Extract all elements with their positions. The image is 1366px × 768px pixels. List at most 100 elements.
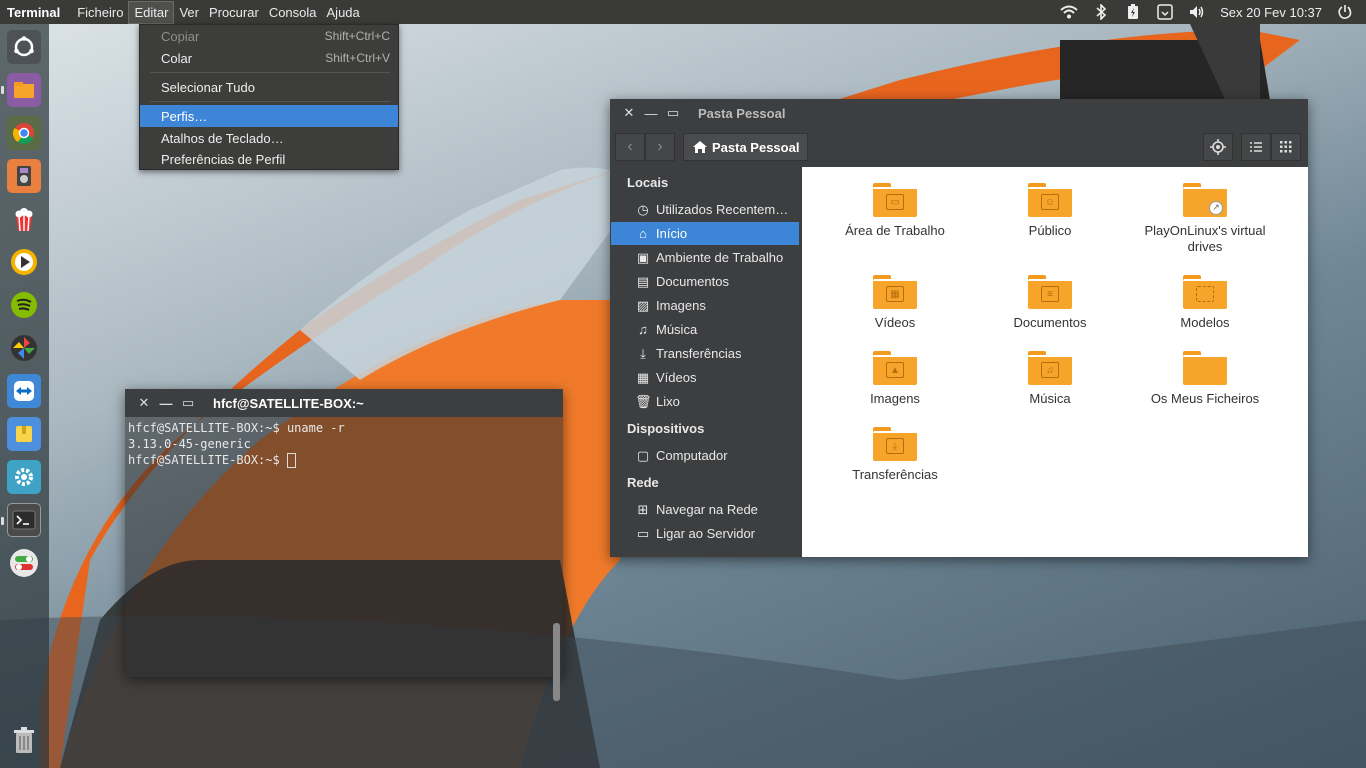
menu-procurar[interactable]: Procurar xyxy=(204,2,264,23)
menu-item-profiles[interactable]: Perfis… xyxy=(140,105,398,127)
folder-icon: ≡ xyxy=(1028,275,1072,309)
terminal-window: ✕ — ▭ hfcf@SATELLITE-BOX:~ hfcf@SATELLIT… xyxy=(125,389,563,701)
folder-icon: ☺ xyxy=(1028,183,1072,217)
document-icon: ▤ xyxy=(636,273,650,289)
folder-icon: ♫ xyxy=(1028,351,1072,385)
folder-item-public[interactable]: ☺ Público xyxy=(975,183,1125,239)
desktop-icon: ▣ xyxy=(636,249,650,265)
terminal-icon[interactable] xyxy=(7,503,41,537)
sidebar-heading-rede: Rede xyxy=(627,475,659,490)
folder-link-icon: ↗ xyxy=(1183,183,1227,217)
sidebar-item-computer[interactable]: ▢ Computador xyxy=(611,444,799,467)
sidebar-item-downloads[interactable]: ⤓ Transferências xyxy=(611,342,799,365)
trash-icon: 🗑 xyxy=(635,393,652,409)
minimize-icon[interactable]: — xyxy=(155,396,177,411)
files-icon[interactable] xyxy=(7,73,41,107)
wifi-icon[interactable] xyxy=(1060,4,1078,20)
sidebar-item-pictures[interactable]: ▨ Imagens xyxy=(611,294,799,317)
volume-icon[interactable] xyxy=(1188,4,1206,20)
folder-item-templates[interactable]: Modelos xyxy=(1130,275,1280,331)
location-button[interactable] xyxy=(1203,133,1233,161)
bluetooth-icon[interactable] xyxy=(1092,4,1110,20)
popcorn-icon[interactable] xyxy=(7,202,41,236)
folder-item-music[interactable]: ♫ Música xyxy=(975,351,1125,407)
pinwheel-icon[interactable] xyxy=(7,331,41,365)
teamviewer-icon[interactable] xyxy=(7,374,41,408)
clock[interactable]: Sex 20 Fev 10:37 xyxy=(1220,5,1322,20)
battery-icon[interactable] xyxy=(1124,4,1142,20)
list-view-button[interactable] xyxy=(1241,133,1271,161)
toggle-icon[interactable] xyxy=(7,546,41,580)
launcher-pip xyxy=(1,517,4,525)
sidebar-item-recent[interactable]: ◷ Utilizados Recentem… xyxy=(611,198,799,221)
terminal-title: hfcf@SATELLITE-BOX:~ xyxy=(213,395,364,411)
folder-item-pictures[interactable]: ▲ Imagens xyxy=(820,351,970,407)
image-icon: ▨ xyxy=(636,297,650,313)
sidebar-item-network[interactable]: ⊞ Navegar na Rede xyxy=(611,498,799,521)
film-icon: ▦ xyxy=(636,369,650,385)
folder-item-documents[interactable]: ≡ Documentos xyxy=(975,275,1125,331)
menu-item-select-all[interactable]: Selecionar Tudo xyxy=(140,76,398,98)
close-icon[interactable]: ✕ xyxy=(618,105,640,121)
file-manager-toolbar: ‹ › Pasta Pessoal xyxy=(610,127,1308,167)
indicator-area: Sex 20 Fev 10:37 xyxy=(1060,0,1366,24)
sidebar: Locais ◷ Utilizados Recentem… ⌂ Início ▣ Am… xyxy=(610,167,802,557)
trash-icon[interactable] xyxy=(7,724,41,758)
archive-icon[interactable] xyxy=(7,417,41,451)
terminal-titlebar[interactable]: ✕ — ▭ hfcf@SATELLITE-BOX:~ xyxy=(125,389,563,417)
sidebar-heading-dispositivos: Dispositivos xyxy=(627,421,705,436)
menu-item-profile-preferences[interactable]: Preferências de Perfil xyxy=(140,148,398,170)
sidebar-item-videos[interactable]: ▦ Vídeos xyxy=(611,366,799,389)
sidebar-item-desktop[interactable]: ▣ Ambiente de Trabalho xyxy=(611,246,799,269)
menu-item-paste[interactable]: Colar Shift+Ctrl+V xyxy=(140,47,398,69)
menu-ajuda[interactable]: Ajuda xyxy=(322,2,365,23)
folder-item-desktop[interactable]: ▭ Área de Trabalho xyxy=(820,183,970,239)
menu-ficheiro[interactable]: Ficheiro xyxy=(72,2,128,23)
forward-button[interactable]: › xyxy=(645,133,675,161)
folder-item-my-files[interactable]: Os Meus Ficheiros xyxy=(1130,351,1280,407)
maximize-icon[interactable]: ▭ xyxy=(177,395,199,411)
ubuntu-dash-icon[interactable] xyxy=(7,30,41,64)
chrome-icon[interactable] xyxy=(7,116,41,150)
maximize-icon[interactable]: ▭ xyxy=(662,105,684,121)
server-icon: ▭ xyxy=(636,525,650,541)
terminal-body[interactable]: hfcf@SATELLITE-BOX:~$ uname -r 3.13.0-45… xyxy=(125,417,563,701)
folder-item-playonlinux[interactable]: ↗ PlayOnLinux's virtual drives xyxy=(1130,183,1280,255)
menu-ver[interactable]: Ver xyxy=(174,2,204,23)
folder-item-downloads[interactable]: ⤓ Transferências xyxy=(820,427,970,483)
folder-icon: ▲ xyxy=(873,351,917,385)
dropbox-icon[interactable] xyxy=(1156,4,1174,20)
spotify-icon[interactable] xyxy=(7,288,41,322)
settings-icon[interactable] xyxy=(7,460,41,494)
menu-consola[interactable]: Consola xyxy=(264,2,322,23)
terminal-line: 3.13.0-45-generic xyxy=(128,437,251,451)
sidebar-item-trash[interactable]: 🗑 Lixo xyxy=(611,390,799,413)
top-panel: Terminal Ficheiro Editar Ver Procurar Co… xyxy=(0,0,1366,24)
folder-item-videos[interactable]: ▦ Vídeos xyxy=(820,275,970,331)
minimize-icon[interactable]: — xyxy=(640,106,662,121)
sidebar-item-music[interactable]: ♫ Música xyxy=(611,318,799,341)
menu-editar[interactable]: Editar xyxy=(128,0,175,24)
power-icon[interactable] xyxy=(1336,4,1354,20)
menu-item-keyboard-shortcuts[interactable]: Atalhos de Teclado… xyxy=(140,127,398,149)
file-manager-titlebar[interactable]: ✕ — ▭ Pasta Pessoal xyxy=(610,99,1308,127)
computer-icon: ▢ xyxy=(636,447,650,463)
launcher-pip xyxy=(1,86,4,94)
menu-separator xyxy=(150,101,390,102)
music-icon: ♫ xyxy=(638,322,648,337)
sidebar-item-connect-server[interactable]: ▭ Ligar ao Servidor xyxy=(611,522,799,545)
back-button[interactable]: ‹ xyxy=(615,133,645,161)
media-player-icon[interactable] xyxy=(7,245,41,279)
file-manager-title: Pasta Pessoal xyxy=(698,105,786,121)
path-button-home[interactable]: Pasta Pessoal xyxy=(683,133,809,161)
menu-item-copy[interactable]: Copiar Shift+Ctrl+C xyxy=(140,25,398,47)
close-icon[interactable]: ✕ xyxy=(133,395,155,411)
music-player-icon[interactable] xyxy=(7,159,41,193)
sidebar-item-home[interactable]: ⌂ Início xyxy=(611,222,799,245)
home-icon: ⌂ xyxy=(639,226,647,241)
grid-view-button[interactable] xyxy=(1271,133,1301,161)
grid-icon xyxy=(1280,141,1292,153)
sidebar-item-documents[interactable]: ▤ Documentos xyxy=(611,270,799,293)
folder-icon xyxy=(1183,351,1227,385)
terminal-scrollbar[interactable] xyxy=(553,623,560,701)
